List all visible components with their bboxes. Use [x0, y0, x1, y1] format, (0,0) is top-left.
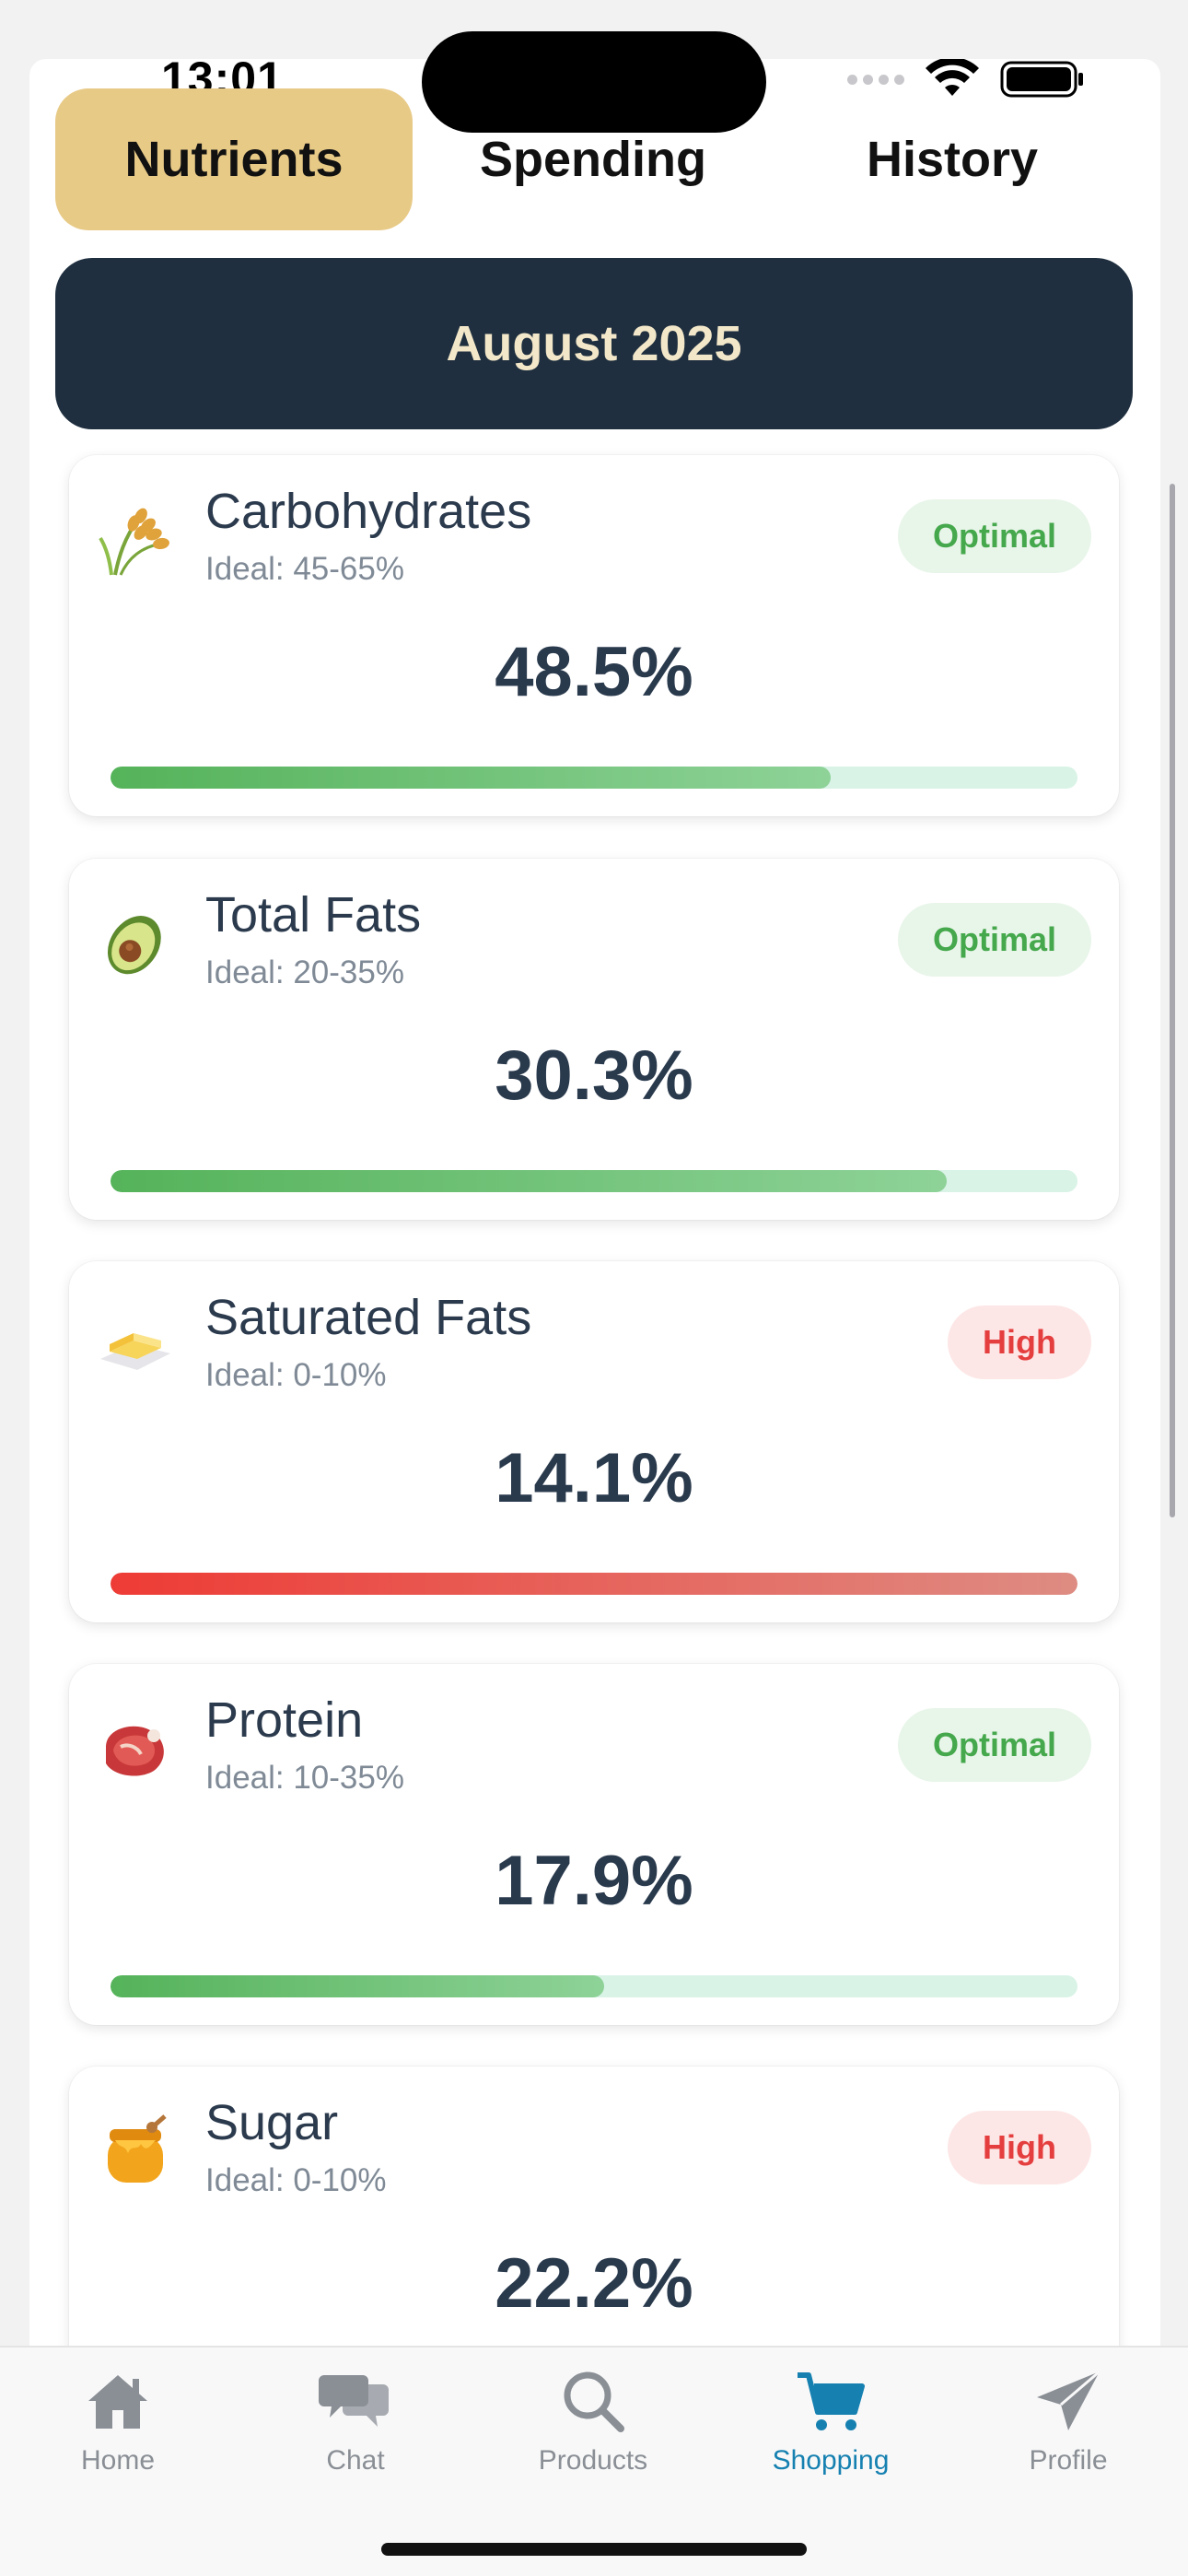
- nutrient-name: Protein: [205, 1692, 364, 1748]
- progress-fill: [111, 767, 832, 789]
- nutrient-name: Total Fats: [205, 887, 422, 943]
- avocado-icon: [107, 916, 161, 975]
- nutrient-card-saturated-fats[interactable]: Saturated Fats Ideal: 0-10% High 14.1%: [69, 1261, 1119, 1622]
- paper-plane-icon: [1037, 2370, 1101, 2430]
- progress-fill: [111, 1573, 1077, 1595]
- nutrient-name: Carbohydrates: [205, 484, 532, 539]
- house-icon: [88, 2375, 147, 2429]
- status-badge: Optimal: [897, 903, 1091, 977]
- month-selector[interactable]: August 2025: [55, 258, 1133, 429]
- nutrient-card-carbohydrates[interactable]: Carbohydrates Ideal: 45-65% Optimal 48.5…: [69, 455, 1119, 816]
- scroll-indicator[interactable]: [1170, 484, 1175, 1517]
- magnifier-icon: [564, 2371, 624, 2432]
- nutrient-ideal-range: Ideal: 45-65%: [205, 551, 404, 587]
- nutrient-card-total-fats[interactable]: Total Fats Ideal: 20-35% Optimal 30.3%: [69, 859, 1119, 1220]
- steak-icon: [106, 1726, 164, 1776]
- cart-icon: [798, 2372, 865, 2430]
- nav-home[interactable]: Home: [26, 2368, 210, 2476]
- nav-label: Products: [538, 2445, 648, 2476]
- progress-track: [111, 767, 1077, 789]
- screen: 13:01 Nutrients Spending History August …: [0, 0, 1188, 2576]
- rice-stalk-icon: [99, 508, 169, 576]
- nutrient-percentage: 30.3%: [495, 1036, 693, 1115]
- progress-fill: [111, 1170, 948, 1192]
- nutrient-ideal-range: Ideal: 0-10%: [205, 2162, 387, 2198]
- nav-label: Home: [80, 2445, 156, 2476]
- honey-pot-icon: [108, 2114, 167, 2183]
- nav-products[interactable]: Products: [501, 2368, 685, 2476]
- nav-shopping[interactable]: Shopping: [739, 2368, 923, 2476]
- tab-spending[interactable]: Spending: [414, 88, 772, 230]
- status-badge: High: [948, 2111, 1091, 2184]
- progress-track: [111, 1573, 1077, 1595]
- bottom-tab-bar: Home Chat Products Shopping Profile: [0, 2346, 1188, 2576]
- nutrient-percentage: 14.1%: [495, 1439, 693, 1517]
- nav-label: Profile: [1029, 2445, 1108, 2476]
- nutrient-percentage: 17.9%: [495, 1842, 693, 1920]
- nutrient-ideal-range: Ideal: 0-10%: [205, 1357, 387, 1393]
- nutrient-ideal-range: Ideal: 20-35%: [205, 954, 404, 990]
- tab-nutrients[interactable]: Nutrients: [55, 88, 413, 230]
- tab-history[interactable]: History: [774, 88, 1131, 230]
- home-indicator[interactable]: [381, 2543, 807, 2556]
- status-badge: High: [948, 1306, 1091, 1379]
- segmented-tabs: Nutrients Spending History: [55, 88, 1133, 230]
- status-badge: Optimal: [897, 1708, 1091, 1782]
- nav-label: Shopping: [772, 2445, 890, 2476]
- progress-track: [111, 1975, 1077, 1997]
- progress-fill: [111, 1975, 604, 1997]
- status-badge: Optimal: [897, 499, 1091, 573]
- nutrient-name: Saturated Fats: [205, 1290, 532, 1345]
- nav-label: Chat: [326, 2445, 385, 2476]
- nutrient-ideal-range: Ideal: 10-35%: [205, 1760, 404, 1796]
- nav-chat[interactable]: Chat: [263, 2368, 448, 2476]
- nav-profile[interactable]: Profile: [976, 2368, 1160, 2476]
- butter-icon: [100, 1333, 170, 1370]
- progress-track: [111, 1170, 1077, 1192]
- nutrient-card-protein[interactable]: Protein Ideal: 10-35% Optimal 17.9%: [69, 1664, 1119, 2025]
- nutrient-name: Sugar: [205, 2095, 339, 2150]
- chat-bubbles-icon: [319, 2375, 389, 2427]
- cellular-signal-icon: [847, 74, 904, 85]
- nutrient-percentage: 48.5%: [495, 633, 693, 711]
- nutrient-percentage: 22.2%: [495, 2244, 693, 2323]
